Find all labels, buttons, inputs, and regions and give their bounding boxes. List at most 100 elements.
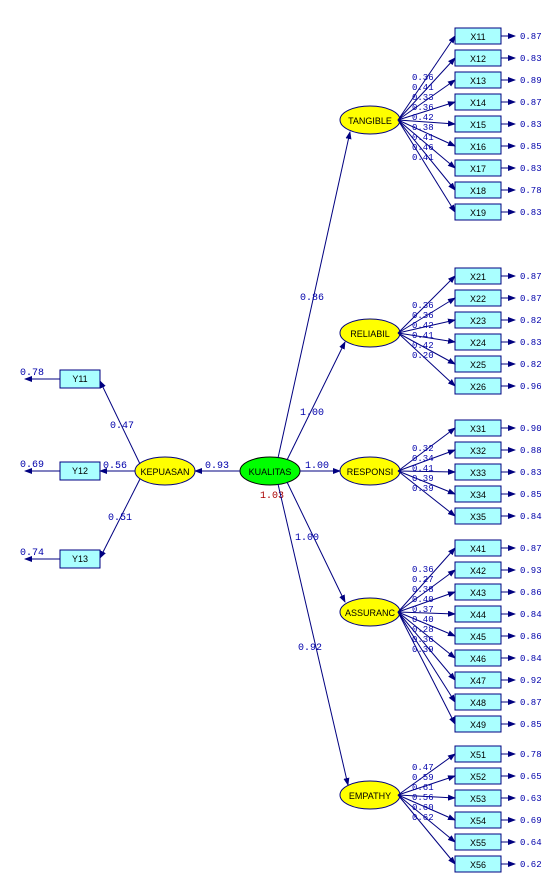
y12-err: 0.69 — [20, 460, 44, 471]
assuranc-rows-load-7: 0.36 — [412, 635, 434, 645]
empathy-rows-load-0: 0.47 — [412, 763, 434, 773]
x17-label: X17 — [470, 164, 486, 174]
assuranc-rows-load-1: 0.27 — [412, 575, 434, 585]
assuranc-group: ASSURANC 1.00 X410.87X420.93X430.86X440.… — [287, 482, 542, 732]
y13-load: 0.51 — [108, 513, 132, 524]
x24-err: 0.83 — [520, 338, 542, 348]
x54-err: 0.69 — [520, 816, 542, 826]
x25-label: X25 — [470, 360, 486, 370]
x51-label: X51 — [470, 750, 486, 760]
responsi-rows-load-3: 0.39 — [412, 474, 434, 484]
y12-load: 0.56 — [103, 461, 127, 472]
x56-err: 0.62 — [520, 860, 542, 870]
x44-err: 0.84 — [520, 610, 542, 620]
val-100c: 1.00 — [295, 533, 319, 544]
val-093: 0.93 — [205, 461, 229, 472]
assuranc-rows-load-0: 0.36 — [412, 565, 434, 575]
val-100a: 1.00 — [300, 408, 324, 419]
responsi-group: RESPONSI 1.00 X310.90X320.88X330.83X340.… — [300, 420, 542, 524]
x52-err: 0.65 — [520, 772, 542, 782]
tangible-group: TANGIBLE 0.86 X110.87X120.83X130.89X140.… — [278, 28, 542, 458]
reliabil-label: RELIABIL — [350, 329, 390, 339]
x46-label: X46 — [470, 654, 486, 664]
x54-label: X54 — [470, 816, 486, 826]
x49-err: 0.85 — [520, 720, 542, 730]
x48-label: X48 — [470, 698, 486, 708]
x13-label: X13 — [470, 76, 486, 86]
x55-label: X55 — [470, 838, 486, 848]
x22-err: 0.87 — [520, 294, 542, 304]
x47-label: X47 — [470, 676, 486, 686]
reliabil-rows-load-3: 0.41 — [412, 331, 434, 341]
y12-label: Y12 — [72, 466, 88, 476]
x17-err: 0.83 — [520, 164, 542, 174]
tangible-rows-load-4: 0.42 — [412, 113, 434, 123]
x56-label: X56 — [470, 860, 486, 870]
x12-label: X12 — [470, 54, 486, 64]
reliabil-rows-load-2: 0.42 — [412, 321, 434, 331]
empathy-label: EMPATHY — [349, 791, 391, 801]
x41-err: 0.87 — [520, 544, 542, 554]
x16-err: 0.85 — [520, 142, 542, 152]
kepuasan-label: KEPUASAN — [140, 467, 189, 477]
x53-label: X53 — [470, 794, 486, 804]
y13-err: 0.74 — [20, 548, 44, 559]
x16-label: X16 — [470, 142, 486, 152]
x55-err: 0.64 — [520, 838, 542, 848]
empathy-rows-load-1: 0.59 — [412, 773, 434, 783]
x21-label: X21 — [470, 272, 486, 282]
tangible-rows-load-8: 0.41 — [412, 153, 434, 163]
reliabil-rows-load-4: 0.42 — [412, 341, 434, 351]
y13-label: Y13 — [72, 554, 88, 564]
reliabil-rows-load-0: 0.36 — [412, 301, 434, 311]
x21-err: 0.87 — [520, 272, 542, 282]
x15-label: X15 — [470, 120, 486, 130]
kualitas-label: KUALITAS — [249, 467, 292, 477]
x26-label: X26 — [470, 382, 486, 392]
empathy-rows-load-4: 0.60 — [412, 803, 434, 813]
x45-err: 0.86 — [520, 632, 542, 642]
x13-err: 0.89 — [520, 76, 542, 86]
empathy-rows-load-5: 0.62 — [412, 813, 434, 823]
x11-label: X11 — [470, 32, 485, 42]
responsi-rows-load-1: 0.34 — [412, 454, 434, 464]
x19-err: 0.83 — [520, 208, 542, 218]
empathy-rows-load-3: 0.56 — [412, 793, 434, 803]
x31-label: X31 — [470, 424, 486, 434]
x11-err: 0.87 — [520, 32, 542, 42]
x33-label: X33 — [470, 468, 486, 478]
x33-err: 0.83 — [520, 468, 542, 478]
reliabil-rows-load-1: 0.36 — [412, 311, 434, 321]
x34-err: 0.85 — [520, 490, 542, 500]
kepuasan-group: Y11 0.78 Y12 0.69 Y13 0.74 KEPUASAN 0.47… — [20, 368, 195, 568]
assuranc-rows-load-6: 0.28 — [412, 625, 434, 635]
x22-label: X22 — [470, 294, 486, 304]
x47-err: 0.92 — [520, 676, 542, 686]
x44-label: X44 — [470, 610, 486, 620]
val-092: 0.92 — [298, 643, 322, 654]
path-kua-rel — [287, 342, 345, 460]
y11-label: Y11 — [72, 374, 87, 384]
tangible-rows-load-1: 0.41 — [412, 83, 434, 93]
x42-label: X42 — [470, 566, 486, 576]
assuranc-rows-load-2: 0.38 — [412, 585, 434, 595]
x19-label: X19 — [470, 208, 486, 218]
x14-err: 0.87 — [520, 98, 542, 108]
x14-label: X14 — [470, 98, 486, 108]
x24-label: X24 — [470, 338, 486, 348]
reliabil-rows-load-5: 0.20 — [412, 351, 434, 361]
x34-label: X34 — [470, 490, 486, 500]
x46-err: 0.84 — [520, 654, 542, 664]
responsi-rows-load-0: 0.32 — [412, 444, 434, 454]
x45-label: X45 — [470, 632, 486, 642]
x43-err: 0.86 — [520, 588, 542, 598]
empathy-rows-load-2: 0.61 — [412, 783, 434, 793]
tangible-rows-load-7: 0.46 — [412, 143, 434, 153]
val-086: 0.86 — [300, 293, 324, 304]
val-100b: 1.00 — [305, 461, 329, 472]
x26-err: 0.96 — [520, 382, 542, 392]
x18-err: 0.78 — [520, 186, 542, 196]
path-kua-emp — [278, 484, 348, 785]
x23-label: X23 — [470, 316, 486, 326]
x48-err: 0.87 — [520, 698, 542, 708]
